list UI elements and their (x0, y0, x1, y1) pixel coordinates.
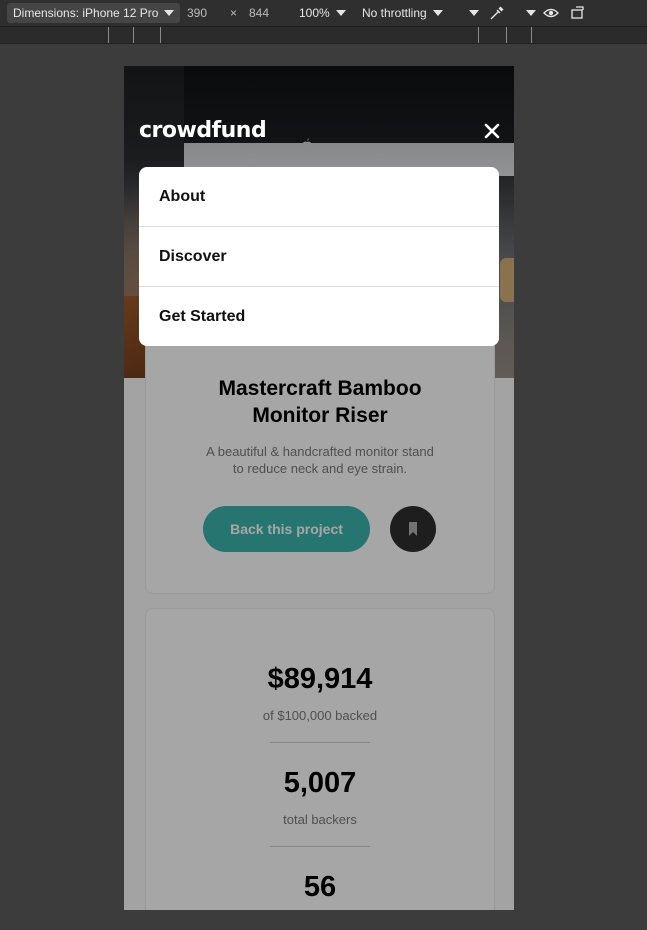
eyedropper-icon[interactable] (489, 5, 505, 21)
zoom-label: 100% (299, 6, 330, 20)
height-input[interactable]: 844 (249, 0, 269, 26)
device-viewport: Mastercraft Bamboo Monitor Riser A beaut… (124, 66, 514, 910)
throttling-select[interactable]: No throttling (362, 0, 443, 26)
ruler-tick[interactable] (160, 27, 161, 43)
ruler-tick[interactable] (506, 27, 507, 43)
chevron-down-icon (164, 9, 175, 16)
times-separator: × (230, 6, 238, 20)
width-input[interactable]: 390 (187, 0, 207, 26)
rotate-device-icon[interactable] (570, 5, 586, 21)
zoom-select[interactable]: 100% (299, 0, 346, 26)
devtools-toolbar: Dimensions: iPhone 12 Pro 390 × 844 100%… (0, 0, 647, 27)
throttling-label: No throttling (362, 6, 427, 20)
chevron-down-icon (526, 9, 536, 16)
ruler-tick[interactable] (108, 27, 109, 43)
eye-icon[interactable] (543, 5, 559, 21)
crowdfund-logo[interactable]: crowdfund (139, 118, 267, 143)
menu-item-get-started[interactable]: Get Started (139, 287, 499, 346)
chevron-down-icon (469, 9, 479, 16)
chevron-down-icon (432, 9, 443, 16)
rotate-dropdown[interactable] (520, 0, 536, 26)
device-dimensions-label: Dimensions: iPhone 12 Pro (13, 6, 159, 20)
media-query-ruler (0, 27, 647, 44)
close-icon[interactable] (484, 123, 500, 139)
ruler-tick[interactable] (531, 27, 532, 43)
ruler-tick[interactable] (133, 27, 134, 43)
ruler-tick[interactable] (478, 27, 479, 43)
chevron-down-icon (335, 9, 346, 16)
mobile-nav-menu: About Discover Get Started (139, 167, 499, 346)
device-dimensions-select[interactable]: Dimensions: iPhone 12 Pro (7, 3, 181, 23)
menu-item-discover[interactable]: Discover (139, 227, 499, 287)
menu-item-about[interactable]: About (139, 167, 499, 227)
more-options-dropdown[interactable] (463, 0, 479, 26)
